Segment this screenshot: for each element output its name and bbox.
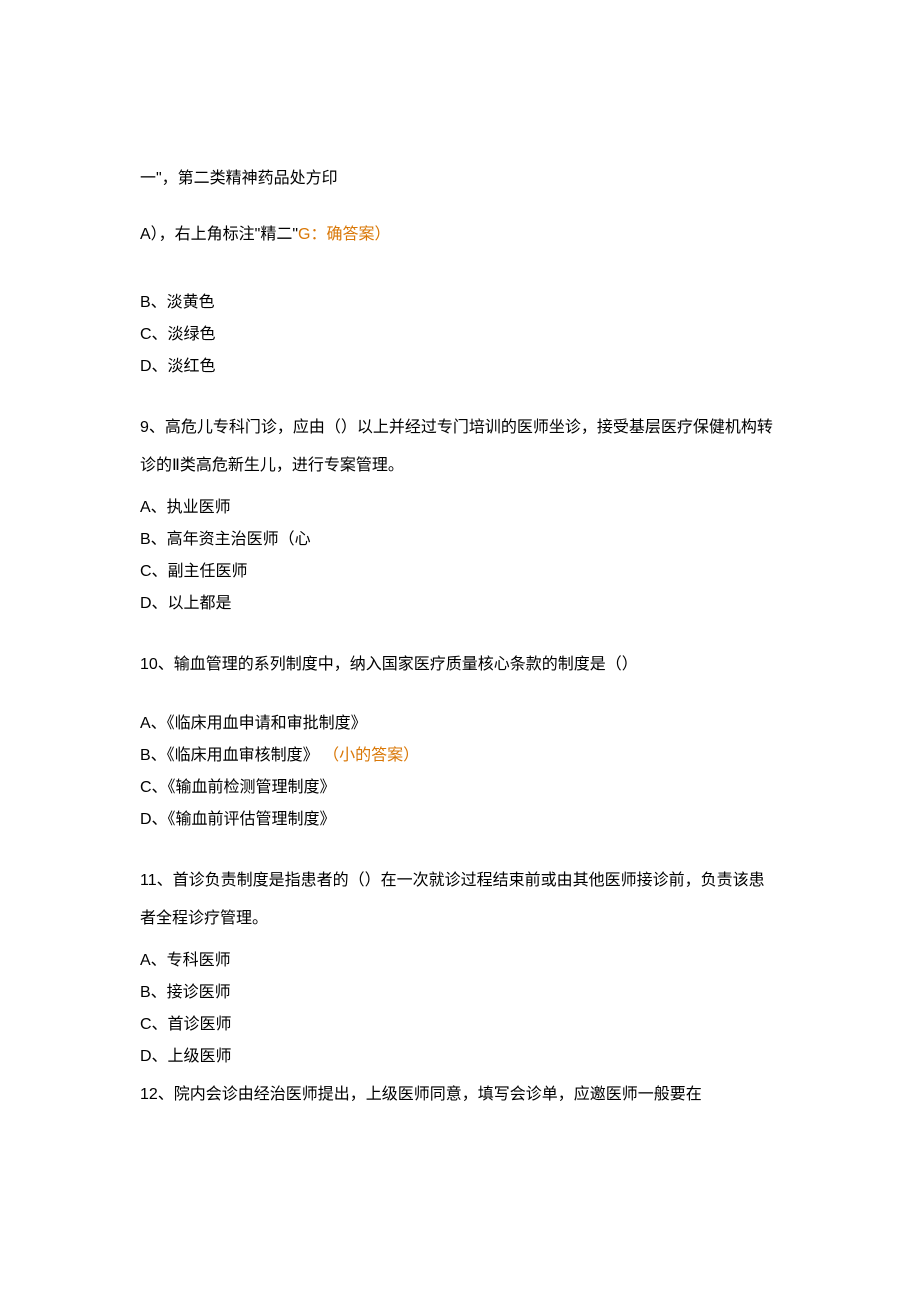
q8-option-d: D、淡红色	[140, 351, 780, 383]
header-line-2: A），右上角标注"精二"G：确答案）	[140, 216, 780, 254]
q10-option-d: D、《输血前评估管理制度》	[140, 804, 780, 836]
q11-option-a: A、专科医师	[140, 945, 780, 977]
q10-option-a: A、《临床用血申请和审批制度》	[140, 708, 780, 740]
header-line-2a: A），右上角标注"精二"	[140, 226, 298, 243]
q11-block: 11、首诊负责制度是指患者的（）在一次就诊过程结束前或由其他医师接诊前，负责该患…	[140, 862, 780, 1111]
header-line-2b-note: G：确答案）	[298, 226, 390, 243]
q9-option-b: B、高年资主治医师（心	[140, 524, 780, 556]
q12-stem: 12、院内会诊由经治医师提出，上级医师同意，填写会诊单，应邀医师一般要在	[140, 1079, 780, 1111]
q8-option-c: C、淡绿色	[140, 319, 780, 351]
q10-block: 10、输血管理的系列制度中，纳入国家医疗质量核心条款的制度是（） A、《临床用血…	[140, 646, 780, 836]
q9-option-a: A、执业医师	[140, 492, 780, 524]
q11-option-b: B、接诊医师	[140, 977, 780, 1009]
header-line-1: 一"，第二类精神药品处方印	[140, 160, 780, 198]
q10-stem: 10、输血管理的系列制度中，纳入国家医疗质量核心条款的制度是（）	[140, 646, 780, 684]
q11-option-d: D、上级医师	[140, 1041, 780, 1073]
q8-options: B、淡黄色 C、淡绿色 D、淡红色	[140, 287, 780, 383]
q11-options: A、专科医师 B、接诊医师 C、首诊医师 D、上级医师	[140, 945, 780, 1073]
q11-stem: 11、首诊负责制度是指患者的（）在一次就诊过程结束前或由其他医师接诊前，负责该患…	[140, 862, 780, 939]
q10-option-b-note: （小的答案）	[323, 747, 419, 764]
q9-block: 9、高危儿专科门诊，应由（）以上并经过专门培训的医师坐诊，接受基层医疗保健机构转…	[140, 409, 780, 620]
q10-options: A、《临床用血申请和审批制度》 B、《临床用血审核制度》 （小的答案） C、《输…	[140, 708, 780, 836]
q10-option-c: C、《输血前检测管理制度》	[140, 772, 780, 804]
q9-option-c: C、副主任医师	[140, 556, 780, 588]
q8-option-b: B、淡黄色	[140, 287, 780, 319]
q10-option-b: B、《临床用血审核制度》 （小的答案）	[140, 740, 780, 772]
q9-options: A、执业医师 B、高年资主治医师（心 C、副主任医师 D、以上都是	[140, 492, 780, 620]
q11-option-c: C、首诊医师	[140, 1009, 780, 1041]
q9-option-d: D、以上都是	[140, 588, 780, 620]
q9-stem: 9、高危儿专科门诊，应由（）以上并经过专门培训的医师坐诊，接受基层医疗保健机构转…	[140, 409, 780, 486]
q10-option-b-text: B、《临床用血审核制度》	[140, 747, 319, 764]
